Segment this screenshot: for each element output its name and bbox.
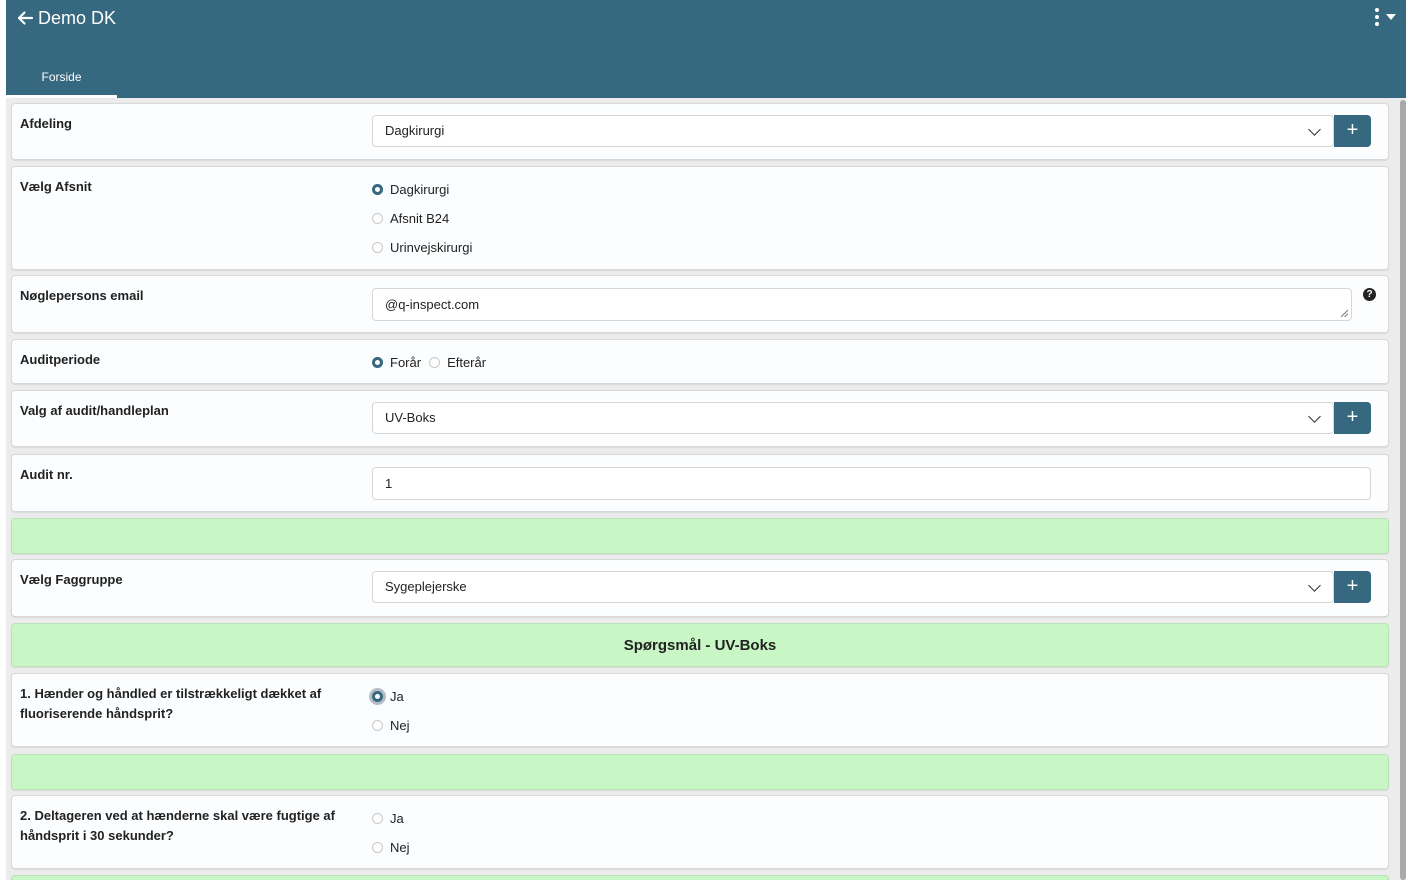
section-divider: [11, 875, 1389, 880]
audit-valg-value: UV-Boks: [385, 410, 436, 425]
radio-icon[interactable]: [372, 842, 383, 853]
field-faggruppe: Vælg Faggruppe Sygeplejerske +: [11, 559, 1389, 617]
add-audit-button[interactable]: +: [1334, 402, 1371, 434]
section-title: Spørgsmål - UV-Boks: [623, 637, 777, 654]
auditperiode-option-efteraar[interactable]: Efterår: [429, 355, 486, 370]
radio-checked-icon[interactable]: [372, 184, 383, 195]
email-field[interactable]: @q-inspect.com: [372, 288, 1352, 321]
radio-checked-icon[interactable]: [372, 357, 383, 368]
afdeling-value: Dagkirurgi: [385, 123, 445, 138]
radio-icon[interactable]: [372, 242, 383, 253]
field-auditperiode: Auditperiode Forår Efterår: [11, 339, 1389, 384]
arrow-left-icon: [17, 11, 34, 25]
audit-nr-input[interactable]: 1: [372, 467, 1371, 500]
question-1: 1. Hænder og håndled er tilstrækkeligt d…: [11, 673, 1389, 747]
scrollbar-thumb[interactable]: [1400, 100, 1406, 880]
auditperiode-option-foraar[interactable]: Forår: [372, 355, 421, 370]
section-divider: [11, 754, 1389, 790]
radio-icon[interactable]: [372, 813, 383, 824]
section-header: Spørgsmål - UV-Boks: [11, 623, 1389, 667]
question-2-option-nej[interactable]: Nej: [372, 840, 410, 855]
section-divider: [11, 518, 1389, 554]
field-audit-nr: Audit nr. 1: [11, 454, 1389, 512]
help-icon[interactable]: ?: [1363, 288, 1376, 301]
resize-grip-icon[interactable]: [1341, 310, 1348, 317]
app-frame: Demo DK Forside Afdeling Dagkirurgi + Væ…: [6, 0, 1406, 880]
add-afdeling-button[interactable]: +: [1334, 115, 1371, 147]
chevron-down-icon: [1308, 123, 1321, 136]
faggruppe-select[interactable]: Sygeplejerske: [372, 571, 1334, 603]
question-1-option-ja[interactable]: Ja: [372, 689, 404, 704]
afsnit-option-1[interactable]: Dagkirurgi: [372, 182, 449, 197]
question-1-option-nej[interactable]: Nej: [372, 718, 410, 733]
field-afdeling: Afdeling Dagkirurgi +: [11, 103, 1389, 160]
faggruppe-label: Vælg Faggruppe: [20, 572, 123, 587]
add-faggruppe-button[interactable]: +: [1334, 571, 1371, 603]
radio-checked-icon[interactable]: [372, 691, 383, 702]
auditperiode-label: Auditperiode: [20, 352, 101, 367]
email-label: Nøglepersons email: [20, 288, 144, 303]
chevron-down-icon: [1308, 579, 1321, 592]
radio-icon[interactable]: [372, 720, 383, 731]
form-content: Afdeling Dagkirurgi + Vælg Afsnit Dagkir…: [6, 98, 1406, 880]
tab-forside[interactable]: Forside: [6, 62, 117, 98]
audit-nr-label: Audit nr.: [20, 467, 73, 482]
radio-icon[interactable]: [372, 213, 383, 224]
question-2: 2. Deltageren ved at hænderne skal være …: [11, 795, 1389, 869]
app-header: Demo DK Forside: [6, 0, 1406, 98]
radio-icon[interactable]: [429, 357, 441, 368]
afdeling-select[interactable]: Dagkirurgi: [372, 115, 1334, 147]
afsnit-option-3[interactable]: Urinvejskirurgi: [372, 240, 472, 255]
chevron-down-icon[interactable]: [1386, 14, 1396, 20]
back-button[interactable]: Demo DK: [15, 6, 116, 30]
app-title: Demo DK: [38, 7, 117, 28]
field-audit-valg: Valg af audit/handleplan UV-Boks +: [11, 390, 1389, 447]
afsnit-label: Vælg Afsnit: [20, 179, 92, 194]
question-1-label: 1. Hænder og håndled er tilstrækkeligt d…: [20, 686, 322, 721]
more-options-icon[interactable]: [1374, 8, 1380, 26]
afdeling-label: Afdeling: [20, 116, 72, 131]
audit-valg-label: Valg af audit/handleplan: [20, 403, 169, 418]
afsnit-option-2[interactable]: Afsnit B24: [372, 211, 449, 226]
field-afsnit: Vælg Afsnit Dagkirurgi Afsnit B24 Urinve…: [11, 166, 1389, 270]
scrollbar[interactable]: [1400, 98, 1406, 880]
chevron-down-icon: [1308, 410, 1321, 423]
question-2-option-ja[interactable]: Ja: [372, 811, 404, 826]
question-2-label: 2. Deltageren ved at hænderne skal være …: [20, 808, 335, 843]
faggruppe-value: Sygeplejerske: [385, 579, 467, 594]
audit-valg-select[interactable]: UV-Boks: [372, 402, 1334, 434]
field-email: Nøglepersons email @q-inspect.com ?: [11, 275, 1389, 333]
